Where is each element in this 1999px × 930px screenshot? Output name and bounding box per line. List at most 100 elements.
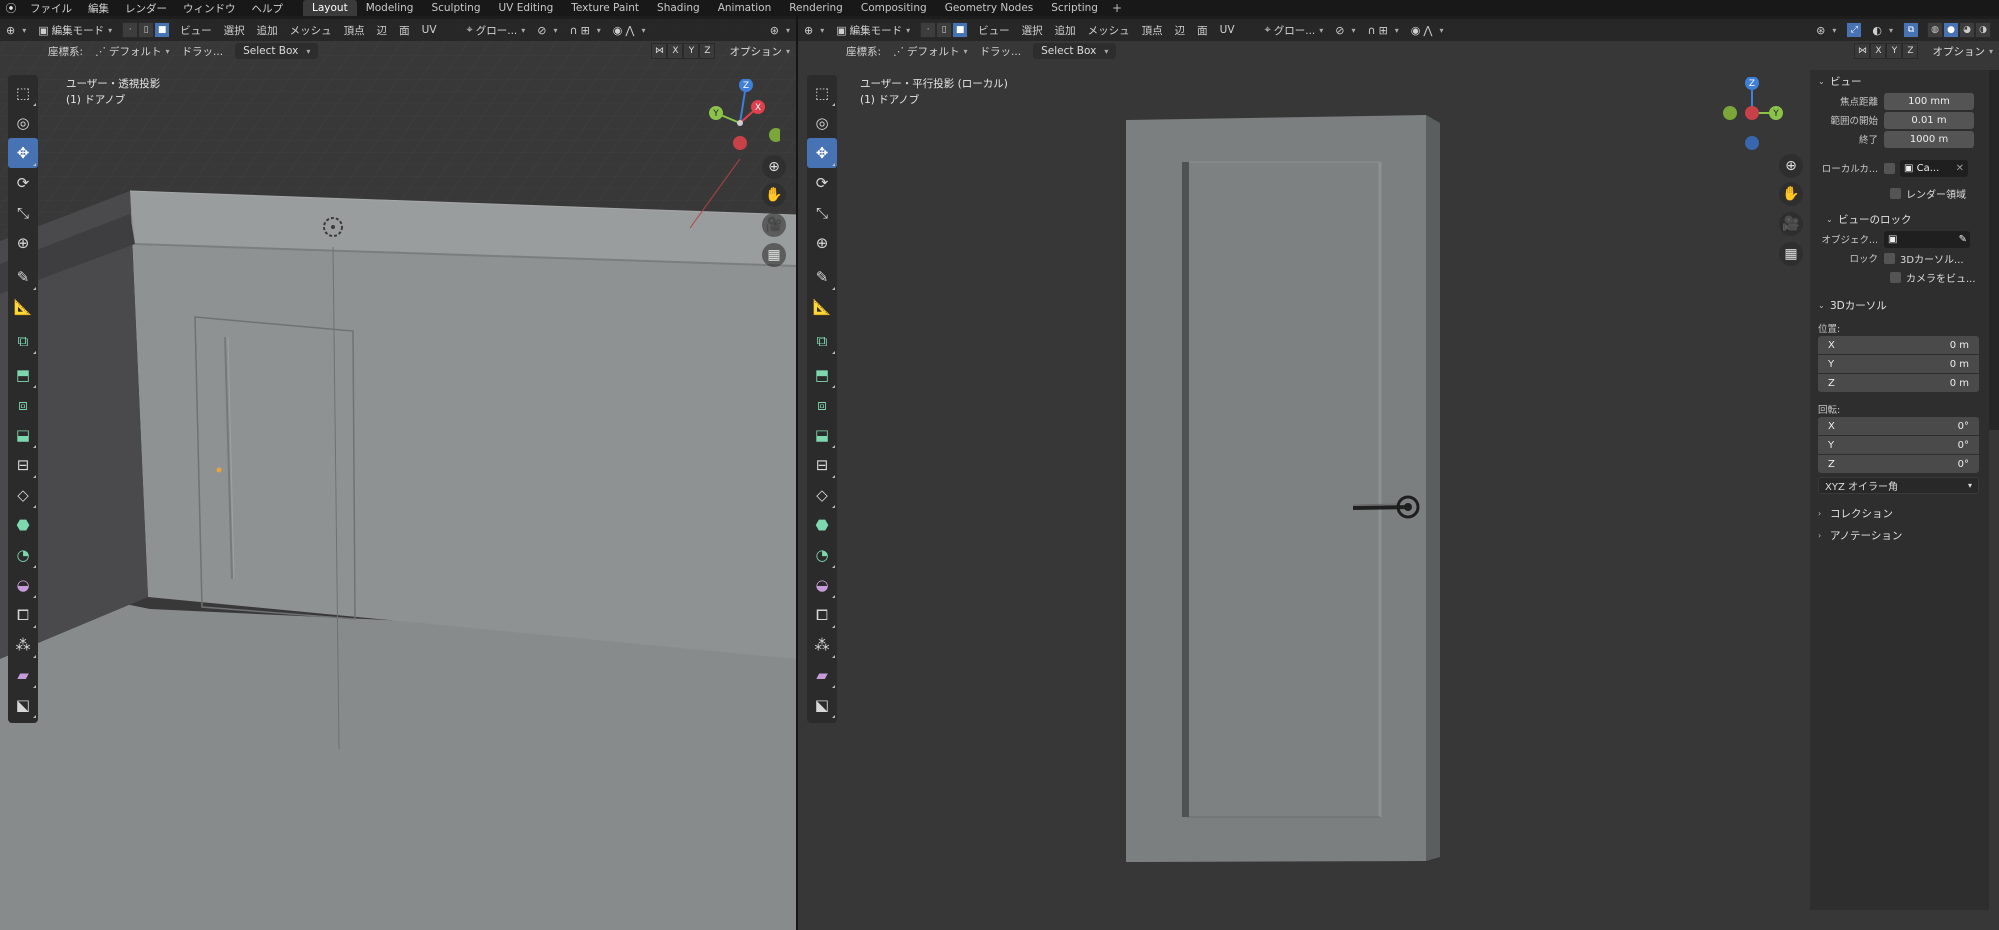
editor-type-button-right[interactable]: ⊕ ▾ (798, 21, 830, 39)
edge-slide-tool-icon[interactable]: ⧠ (8, 600, 38, 630)
shear-tool-icon[interactable]: ▰ (807, 660, 837, 690)
solid-shading-icon[interactable]: ● (1943, 22, 1959, 38)
eyedropper-icon[interactable]: ✎ (1959, 234, 1967, 245)
menu-file[interactable]: ファイル (22, 1, 80, 16)
menu-mesh[interactable]: メッシュ (284, 21, 338, 39)
select-box-dropdown[interactable]: Select Box ▾ (235, 43, 319, 59)
overlay-toggle-right[interactable]: ◐ ▾ (1866, 21, 1899, 39)
menu-vertex-right[interactable]: 頂点 (1136, 21, 1169, 39)
knife-tool-icon[interactable]: ◇ (8, 480, 38, 510)
annotate-tool-icon[interactable]: ✎ (8, 262, 38, 292)
editor-type-button[interactable]: ⊕ ▾ (0, 21, 32, 39)
lock-camera-checkbox[interactable] (1890, 271, 1901, 283)
menu-edge-right[interactable]: 辺 (1169, 21, 1192, 39)
clip-end-field[interactable]: 1000 m (1884, 130, 1974, 148)
pivot-default-select-right[interactable]: ⋰ デフォルト ▾ (887, 42, 974, 60)
annotate-tool-icon[interactable]: ✎ (807, 262, 837, 292)
render-region-row[interactable]: レンダー領域 (1810, 184, 1989, 202)
face-select-icon[interactable]: ■ (952, 22, 969, 38)
lock-object-field[interactable]: ▣ ✎ (1884, 230, 1970, 248)
shrink-fatten-tool-icon[interactable]: ⁂ (8, 630, 38, 660)
section-annotation[interactable]: › アノテーション (1810, 524, 1989, 546)
menu-uv[interactable]: UV (416, 21, 443, 39)
viewport-left[interactable]: ⊕ ▾ ▣ 編集モード ▾ · ▯ ■ ビュー 選択 追加 メッシュ 頂点 辺 面 U… (0, 19, 796, 930)
snap-toggle[interactable]: ∩ ⊞ ▾ (564, 21, 607, 39)
edge-slide-tool-icon[interactable]: ⧠ (807, 600, 837, 630)
menu-face[interactable]: 面 (393, 21, 416, 39)
snap-toggle-right[interactable]: ∩ ⊞ ▾ (1362, 21, 1405, 39)
menu-add-right[interactable]: 追加 (1049, 21, 1082, 39)
inset-tool-icon[interactable]: ⧈ (807, 390, 837, 420)
material-shading-icon[interactable]: ◕ (1959, 22, 1975, 38)
rotation-y-field[interactable]: Y 0° (1818, 436, 1979, 454)
scale-tool-icon[interactable]: ⤡ (8, 198, 38, 228)
tab-compositing[interactable]: Compositing (852, 0, 936, 16)
loop-cut-tool-icon[interactable]: ⊟ (8, 450, 38, 480)
cursor-tool-icon[interactable]: ◎ (8, 108, 38, 138)
cursor-tool-icon[interactable]: ◎ (807, 108, 837, 138)
bevel-tool-icon[interactable]: ⬓ (8, 420, 38, 450)
pivot-select[interactable]: ⊘ ▾ (531, 21, 563, 39)
inset-tool-icon[interactable]: ⧈ (8, 390, 38, 420)
transform-tool-icon[interactable]: ⊕ (8, 228, 38, 258)
menu-window[interactable]: ウィンドウ (175, 1, 244, 16)
select-tool-icon[interactable]: ⬚ (8, 78, 38, 108)
mode-select[interactable]: ▣ 編集モード ▾ (32, 21, 118, 39)
menu-face-right[interactable]: 面 (1191, 21, 1214, 39)
smooth-tool-icon[interactable]: ◒ (8, 570, 38, 600)
add-cube-tool-icon[interactable]: ⧉ (8, 326, 38, 356)
render-region-checkbox[interactable] (1890, 187, 1901, 199)
menu-edit[interactable]: 編集 (80, 1, 117, 16)
tab-shading[interactable]: Shading (648, 0, 709, 16)
sidebar-tabs[interactable] (1989, 70, 1999, 430)
location-x-field[interactable]: X0 m (1818, 336, 1979, 354)
proportional-edit-toggle[interactable]: ◉ ⋀ ▾ (607, 21, 652, 39)
tab-texture-paint[interactable]: Texture Paint (562, 0, 648, 16)
tab-sculpting[interactable]: Sculpting (422, 0, 489, 16)
clip-start-field[interactable]: 0.01 m (1884, 111, 1974, 129)
left-scene[interactable] (0, 19, 796, 930)
drag-select-right[interactable]: ドラッ... (974, 42, 1028, 60)
focal-length-field[interactable]: 100 mm (1884, 92, 1974, 110)
transform-tool-icon[interactable]: ⊕ (807, 228, 837, 258)
rotation-z-field[interactable]: Z 0° (1818, 455, 1979, 473)
mirror-x-toggle[interactable]: X (667, 43, 684, 59)
poly-build-tool-icon[interactable]: ⬣ (8, 510, 38, 540)
navigation-gizmo[interactable]: Z X Y (700, 79, 780, 159)
section-collection[interactable]: › コレクション (1810, 502, 1989, 524)
camera-view-icon-right[interactable]: 🎥 (1779, 212, 1803, 236)
section-3d-cursor[interactable]: ⌄ 3Dカーソル (1810, 294, 1989, 316)
close-icon[interactable]: ✕ (1956, 163, 1964, 174)
options-dropdown-right[interactable]: オプション ▾ (1926, 44, 1999, 59)
menu-help[interactable]: ヘルプ (244, 1, 292, 16)
lock-camera-row[interactable]: カメラをビュ... (1810, 268, 1989, 286)
tab-layout[interactable]: Layout (303, 0, 357, 16)
pivot-default-select[interactable]: ⋰ デフォルト ▾ (89, 42, 176, 60)
navigation-gizmo-right[interactable]: Z Y (1722, 77, 1802, 157)
camera-view-icon[interactable]: 🎥 (762, 213, 786, 237)
rotation-mode-select[interactable]: XYZ オイラー角 ▾ (1818, 477, 1979, 494)
spin-tool-icon[interactable]: ◔ (8, 540, 38, 570)
drag-select[interactable]: ドラッ... (176, 42, 230, 60)
xray-icon[interactable]: ⧉ (1903, 22, 1919, 38)
gizmo-icon[interactable]: ⤢ (1846, 22, 1863, 38)
edge-select-icon[interactable]: ▯ (936, 22, 953, 38)
select-box-dropdown-right[interactable]: Select Box ▾ (1033, 43, 1117, 59)
menu-view-right[interactable]: ビュー (972, 21, 1016, 39)
poly-build-tool-icon[interactable]: ⬣ (807, 510, 837, 540)
vertex-select-icon[interactable]: · (122, 22, 139, 38)
lock-cursor-checkbox[interactable] (1884, 252, 1895, 264)
tab-rendering[interactable]: Rendering (780, 0, 852, 16)
menu-select-right[interactable]: 選択 (1016, 21, 1049, 39)
vertex-select-icon[interactable]: · (920, 22, 937, 38)
tab-geometry-nodes[interactable]: Geometry Nodes (936, 0, 1043, 16)
transform-orientation-select-right[interactable]: ⌖ グロー... ▾ (1259, 21, 1330, 39)
add-cube-tool-icon[interactable]: ⧉ (807, 326, 837, 356)
move-tool-icon[interactable]: ✥ (807, 138, 837, 168)
menu-vertex[interactable]: 頂点 (338, 21, 371, 39)
wireframe-shading-icon[interactable]: ◍ (1927, 22, 1943, 38)
tab-scripting[interactable]: Scripting (1042, 0, 1107, 16)
location-y-field[interactable]: Y0 m (1818, 355, 1979, 373)
edge-select-icon[interactable]: ▯ (138, 22, 155, 38)
zoom-icon[interactable]: ⊕ (762, 155, 786, 179)
